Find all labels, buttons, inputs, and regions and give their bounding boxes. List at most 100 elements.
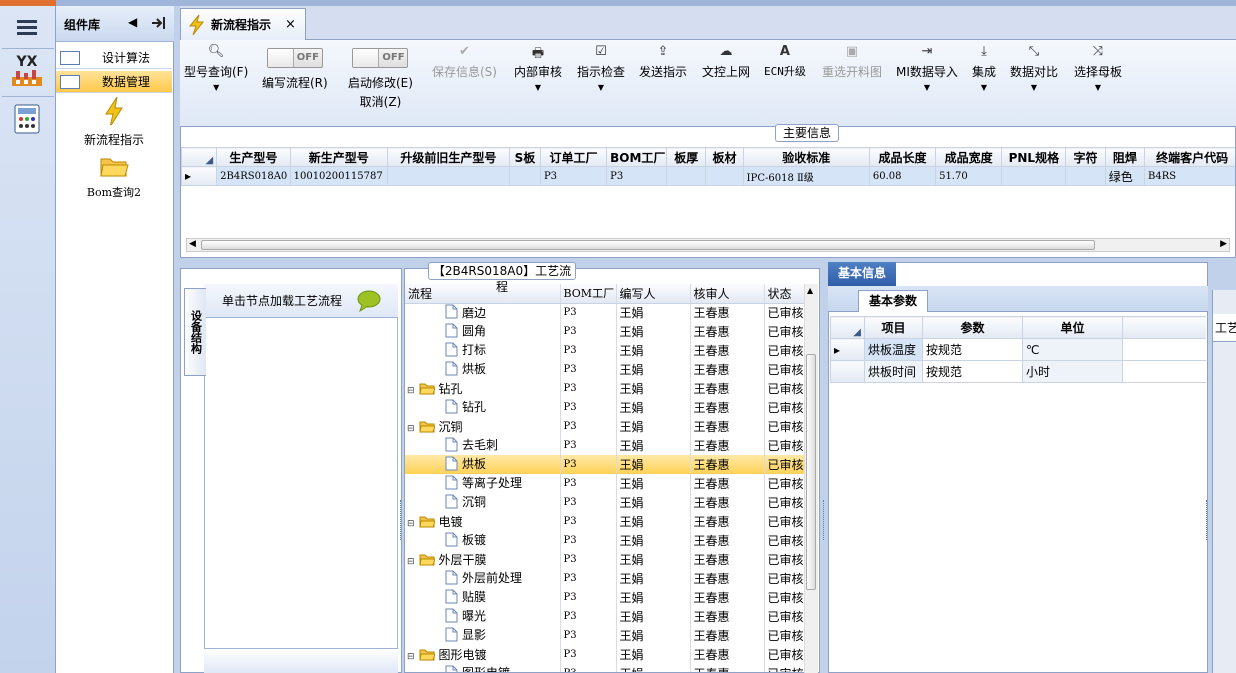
table-cell[interactable]: P3	[560, 493, 617, 512]
column-header[interactable]: 流程	[405, 284, 561, 304]
splitter-grip[interactable]	[400, 500, 403, 540]
table-cell[interactable]: P3	[560, 322, 617, 341]
tree-node-cell[interactable]: 贴膜	[405, 588, 561, 607]
table-cell[interactable]: P3	[560, 474, 617, 493]
scroll-left-icon[interactable]: ◀	[189, 239, 196, 249]
tree-node-cell[interactable]: ⊟ 外层干膜	[405, 550, 561, 569]
column-header[interactable]: 新生产型号	[289, 147, 388, 167]
table-cell[interactable]: 烘板温度	[864, 338, 923, 361]
tree-node-cell[interactable]: 曝光	[405, 607, 561, 626]
table-cell[interactable]	[508, 166, 541, 186]
menu-icon[interactable]	[4, 8, 50, 46]
tree-node-cell[interactable]: 沉铜	[405, 493, 561, 512]
table-cell[interactable]: 51.70	[935, 166, 1003, 186]
pin-icon[interactable]	[151, 16, 167, 30]
column-header[interactable]: 生产型号	[216, 147, 291, 167]
table-cell[interactable]: P3	[560, 436, 617, 455]
model-query-button[interactable]: 🔍︎ 型号查询(F) ▼	[184, 44, 248, 92]
table-cell[interactable]: 王娟	[616, 417, 691, 436]
table-cell[interactable]: 已审核	[764, 303, 805, 322]
process-vertical-scrollbar[interactable]: ▲	[804, 284, 818, 673]
process-tree-row[interactable]: 打标 P3 王娟 王春惠 已审核	[405, 341, 805, 360]
tree-node-cell[interactable]: ⊟ 钻孔	[405, 379, 561, 398]
table-cell[interactable]: 王春惠	[690, 436, 765, 455]
process-tree-row[interactable]: 等离子处理 P3 王娟 王春惠 已审核	[405, 474, 805, 493]
table-cell[interactable]: P3	[560, 531, 617, 550]
table-cell[interactable]: 已审核	[764, 398, 805, 417]
process-tree-row[interactable]: 外层前处理 P3 王娟 王春惠 已审核	[405, 569, 805, 588]
column-header[interactable]: 升级前旧生产型号	[386, 147, 510, 167]
tree-node-cell[interactable]: 烘板	[405, 360, 561, 379]
table-cell[interactable]: 小时	[1022, 360, 1123, 383]
table-cell[interactable]: 王春惠	[690, 303, 765, 322]
process-tree-row[interactable]: 图形电镀 P3王娟王春惠已审核	[405, 664, 805, 672]
table-row[interactable]: ▸ 烘板温度 按规范 ℃	[830, 338, 1206, 361]
table-cell[interactable]: P3	[560, 626, 617, 645]
table-cell[interactable]: 已审核	[764, 607, 805, 626]
process-tree-row[interactable]: 烘板 P3 王娟 王春惠 已审核	[405, 360, 805, 379]
process-tree-row[interactable]: 显影 P3 王娟 王春惠 已审核	[405, 626, 805, 645]
internal-review-button[interactable]: 🖶 内部审核 ▼	[514, 44, 562, 92]
shortcut-new-process[interactable]: 新流程指示	[64, 96, 164, 148]
tree-node-cell[interactable]: 圆角	[405, 322, 561, 341]
table-cell[interactable]: 烘板时间	[864, 360, 923, 383]
tab-close-icon[interactable]: ×	[285, 17, 296, 32]
table-cell[interactable]: P3	[560, 379, 617, 398]
table-cell[interactable]: 王娟	[616, 550, 691, 569]
table-cell[interactable]: 王春惠	[690, 531, 765, 550]
table-row[interactable]: 烘板时间 按规范 小时	[830, 360, 1206, 383]
table-cell[interactable]: P3	[560, 664, 617, 672]
tree-node-cell[interactable]: 等离子处理	[405, 474, 561, 493]
table-cell[interactable]: 王春惠	[690, 588, 765, 607]
tree-node-cell[interactable]: 打标	[405, 341, 561, 360]
tree-node-cell[interactable]: ⊟ 沉铜	[405, 417, 561, 436]
process-tree-row[interactable]: 沉铜 P3 王娟 王春惠 已审核	[405, 493, 805, 512]
tree-node-cell[interactable]: 烘板	[405, 455, 561, 474]
column-header[interactable]: 核审人	[690, 284, 765, 304]
table-cell[interactable]: 王娟	[616, 360, 691, 379]
table-cell[interactable]: 王春惠	[690, 493, 765, 512]
toggle-switch[interactable]: OFF	[266, 48, 323, 68]
collapse-icon[interactable]: ⊟	[407, 557, 415, 567]
toggle-switch[interactable]: OFF	[352, 48, 409, 68]
tree-node-cell[interactable]: ⊟ 图形电镀	[405, 645, 561, 664]
table-row[interactable]: ▸ 2B4RS018A0 10010200115787 P3 P3 IPC-60…	[181, 166, 1235, 186]
process-tree-row[interactable]: ⊟ 外层干膜 P3 王娟 王春惠 已审核	[405, 550, 805, 569]
scroll-up-icon[interactable]: ▲	[807, 286, 813, 295]
table-cell[interactable]: P3	[560, 512, 617, 531]
integrate-button[interactable]: ⤓ 集成 ▼	[972, 44, 996, 92]
table-cell[interactable]: 已审核	[764, 455, 805, 474]
column-header[interactable]: 状态	[764, 284, 805, 304]
column-header[interactable]: S板	[508, 147, 541, 167]
table-cell[interactable]: 绿色	[1104, 166, 1146, 186]
table-cell[interactable]: 王娟	[616, 512, 691, 531]
table-cell[interactable]: 王春惠	[690, 398, 765, 417]
tree-node-cell[interactable]: 显影	[405, 626, 561, 645]
table-cell[interactable]: 已审核	[764, 588, 805, 607]
tree-node-cell[interactable]: 板镀	[405, 531, 561, 550]
table-cell[interactable]: 60.08	[868, 166, 937, 186]
table-cell[interactable]: 已审核	[764, 493, 805, 512]
table-cell[interactable]: 王春惠	[690, 569, 765, 588]
table-cell[interactable]: 王春惠	[690, 360, 765, 379]
tree-node-cell[interactable]: ⊟ 电镀	[405, 512, 561, 531]
tab-equipment-structure[interactable]: 设备结构	[184, 288, 206, 376]
tree-node-cell[interactable]: 去毛刺	[405, 436, 561, 455]
table-cell[interactable]	[666, 166, 707, 186]
tab-new-process[interactable]: 新流程指示 ×	[180, 8, 306, 40]
table-cell[interactable]: P3	[560, 550, 617, 569]
table-cell[interactable]: 王娟	[616, 493, 691, 512]
table-cell[interactable]: 已审核	[764, 417, 805, 436]
table-cell[interactable]: IPC-6018 Ⅱ级	[742, 166, 870, 186]
tree-node-cell[interactable]: 钻孔	[405, 398, 561, 417]
table-cell[interactable]: P3	[560, 607, 617, 626]
table-cell[interactable]: 已审核	[764, 626, 805, 645]
column-header[interactable]: 阻焊	[1104, 147, 1146, 167]
column-header[interactable]: 终端客户代码	[1143, 147, 1235, 167]
select-motherboard-button[interactable]: ⤨ 选择母板 ▼	[1074, 44, 1122, 92]
shortcut-bom-query[interactable]: Bom查询2	[64, 154, 164, 206]
process-tree-row[interactable]: ⊟ 沉铜 P3 王娟 王春惠 已审核	[405, 417, 805, 436]
table-cell[interactable]: 王娟	[616, 398, 691, 417]
table-cell[interactable]: ℃	[1022, 338, 1123, 361]
table-cell[interactable]: 王春惠	[690, 645, 765, 664]
